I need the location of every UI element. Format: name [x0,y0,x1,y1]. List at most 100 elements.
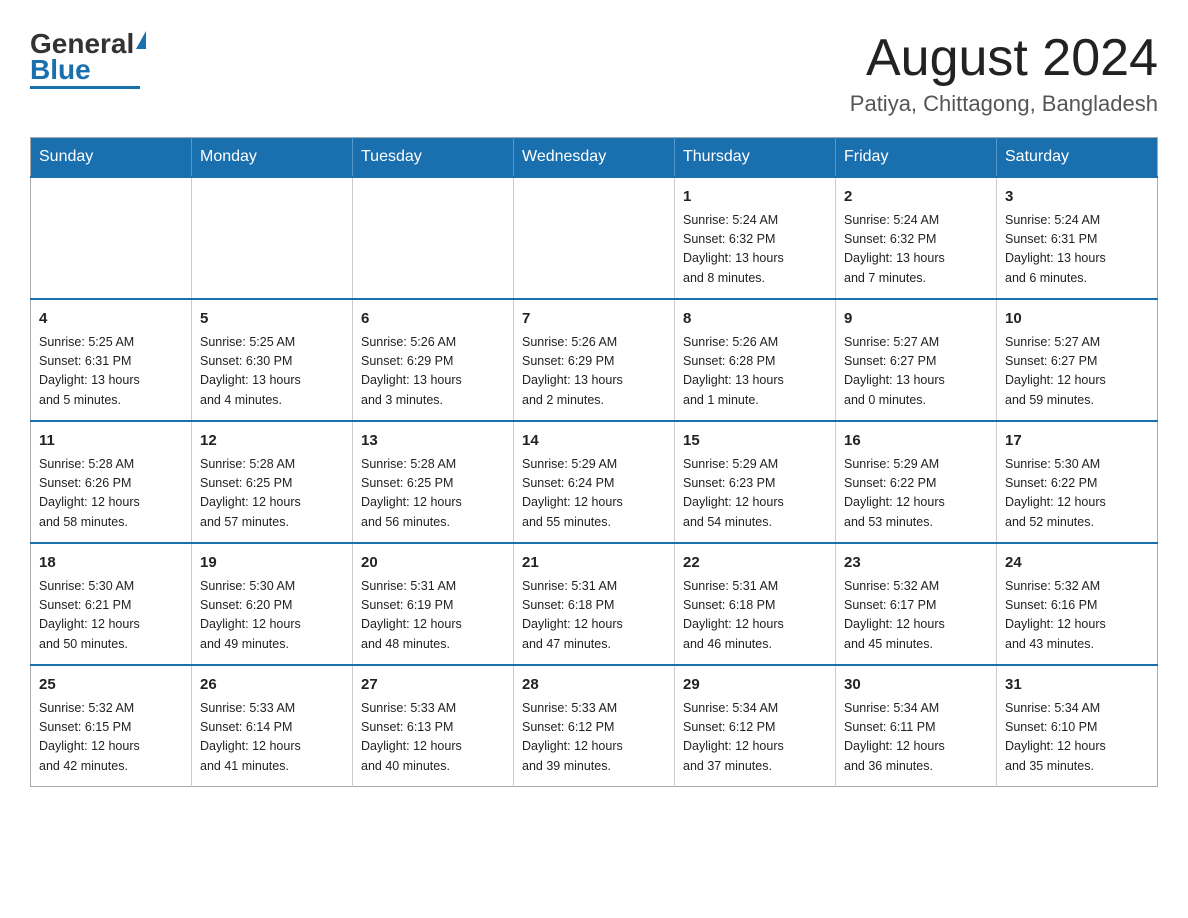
calendar-cell: 28Sunrise: 5:33 AM Sunset: 6:12 PM Dayli… [514,665,675,787]
day-info: Sunrise: 5:28 AM Sunset: 6:25 PM Dayligh… [200,455,344,533]
day-number: 29 [683,674,827,697]
day-number: 26 [200,674,344,697]
day-number: 8 [683,308,827,331]
calendar-cell: 9Sunrise: 5:27 AM Sunset: 6:27 PM Daylig… [836,299,997,421]
day-number: 1 [683,186,827,209]
calendar-cell: 4Sunrise: 5:25 AM Sunset: 6:31 PM Daylig… [31,299,192,421]
calendar-cell: 25Sunrise: 5:32 AM Sunset: 6:15 PM Dayli… [31,665,192,787]
calendar-cell: 31Sunrise: 5:34 AM Sunset: 6:10 PM Dayli… [997,665,1158,787]
day-number: 13 [361,430,505,453]
calendar-cell: 17Sunrise: 5:30 AM Sunset: 6:22 PM Dayli… [997,421,1158,543]
calendar-cell: 30Sunrise: 5:34 AM Sunset: 6:11 PM Dayli… [836,665,997,787]
day-info: Sunrise: 5:31 AM Sunset: 6:19 PM Dayligh… [361,577,505,655]
day-info: Sunrise: 5:27 AM Sunset: 6:27 PM Dayligh… [1005,333,1149,411]
calendar-cell [31,177,192,299]
calendar-cell: 10Sunrise: 5:27 AM Sunset: 6:27 PM Dayli… [997,299,1158,421]
page-header: General Blue August 2024 Patiya, Chittag… [30,30,1158,117]
day-info: Sunrise: 5:32 AM Sunset: 6:15 PM Dayligh… [39,699,183,777]
day-info: Sunrise: 5:30 AM Sunset: 6:20 PM Dayligh… [200,577,344,655]
weekday-header-friday: Friday [836,138,997,178]
day-number: 16 [844,430,988,453]
calendar-cell: 22Sunrise: 5:31 AM Sunset: 6:18 PM Dayli… [675,543,836,665]
weekday-header-saturday: Saturday [997,138,1158,178]
weekday-header-thursday: Thursday [675,138,836,178]
day-number: 11 [39,430,183,453]
calendar-cell: 26Sunrise: 5:33 AM Sunset: 6:14 PM Dayli… [192,665,353,787]
calendar-cell [353,177,514,299]
day-number: 22 [683,552,827,575]
calendar-cell: 19Sunrise: 5:30 AM Sunset: 6:20 PM Dayli… [192,543,353,665]
day-info: Sunrise: 5:33 AM Sunset: 6:13 PM Dayligh… [361,699,505,777]
day-number: 19 [200,552,344,575]
day-info: Sunrise: 5:29 AM Sunset: 6:24 PM Dayligh… [522,455,666,533]
day-number: 23 [844,552,988,575]
day-number: 15 [683,430,827,453]
day-info: Sunrise: 5:30 AM Sunset: 6:21 PM Dayligh… [39,577,183,655]
day-info: Sunrise: 5:25 AM Sunset: 6:31 PM Dayligh… [39,333,183,411]
day-number: 6 [361,308,505,331]
calendar-cell: 8Sunrise: 5:26 AM Sunset: 6:28 PM Daylig… [675,299,836,421]
calendar-cell: 2Sunrise: 5:24 AM Sunset: 6:32 PM Daylig… [836,177,997,299]
weekday-header-row: SundayMondayTuesdayWednesdayThursdayFrid… [31,138,1158,178]
calendar-cell [514,177,675,299]
calendar-week-row-2: 4Sunrise: 5:25 AM Sunset: 6:31 PM Daylig… [31,299,1158,421]
day-info: Sunrise: 5:26 AM Sunset: 6:29 PM Dayligh… [522,333,666,411]
day-info: Sunrise: 5:34 AM Sunset: 6:11 PM Dayligh… [844,699,988,777]
calendar-cell: 16Sunrise: 5:29 AM Sunset: 6:22 PM Dayli… [836,421,997,543]
day-number: 31 [1005,674,1149,697]
day-info: Sunrise: 5:24 AM Sunset: 6:32 PM Dayligh… [683,211,827,289]
day-info: Sunrise: 5:32 AM Sunset: 6:16 PM Dayligh… [1005,577,1149,655]
calendar-cell: 3Sunrise: 5:24 AM Sunset: 6:31 PM Daylig… [997,177,1158,299]
logo: General Blue [30,30,146,89]
calendar-cell: 12Sunrise: 5:28 AM Sunset: 6:25 PM Dayli… [192,421,353,543]
day-number: 30 [844,674,988,697]
day-info: Sunrise: 5:26 AM Sunset: 6:28 PM Dayligh… [683,333,827,411]
day-info: Sunrise: 5:34 AM Sunset: 6:10 PM Dayligh… [1005,699,1149,777]
logo-underline [30,86,140,89]
day-info: Sunrise: 5:34 AM Sunset: 6:12 PM Dayligh… [683,699,827,777]
day-number: 12 [200,430,344,453]
day-number: 7 [522,308,666,331]
day-number: 18 [39,552,183,575]
day-info: Sunrise: 5:33 AM Sunset: 6:12 PM Dayligh… [522,699,666,777]
day-number: 14 [522,430,666,453]
calendar-table: SundayMondayTuesdayWednesdayThursdayFrid… [30,137,1158,787]
calendar-cell: 7Sunrise: 5:26 AM Sunset: 6:29 PM Daylig… [514,299,675,421]
weekday-header-tuesday: Tuesday [353,138,514,178]
calendar-cell: 13Sunrise: 5:28 AM Sunset: 6:25 PM Dayli… [353,421,514,543]
day-number: 24 [1005,552,1149,575]
day-info: Sunrise: 5:25 AM Sunset: 6:30 PM Dayligh… [200,333,344,411]
month-title: August 2024 [850,30,1158,87]
calendar-cell: 27Sunrise: 5:33 AM Sunset: 6:13 PM Dayli… [353,665,514,787]
day-number: 2 [844,186,988,209]
calendar-cell: 1Sunrise: 5:24 AM Sunset: 6:32 PM Daylig… [675,177,836,299]
calendar-cell: 29Sunrise: 5:34 AM Sunset: 6:12 PM Dayli… [675,665,836,787]
weekday-header-sunday: Sunday [31,138,192,178]
day-info: Sunrise: 5:27 AM Sunset: 6:27 PM Dayligh… [844,333,988,411]
day-number: 20 [361,552,505,575]
day-number: 4 [39,308,183,331]
calendar-cell: 23Sunrise: 5:32 AM Sunset: 6:17 PM Dayli… [836,543,997,665]
calendar-cell: 14Sunrise: 5:29 AM Sunset: 6:24 PM Dayli… [514,421,675,543]
day-info: Sunrise: 5:32 AM Sunset: 6:17 PM Dayligh… [844,577,988,655]
logo-blue-text: Blue [30,56,91,84]
calendar-cell: 18Sunrise: 5:30 AM Sunset: 6:21 PM Dayli… [31,543,192,665]
weekday-header-wednesday: Wednesday [514,138,675,178]
calendar-cell: 6Sunrise: 5:26 AM Sunset: 6:29 PM Daylig… [353,299,514,421]
calendar-cell: 15Sunrise: 5:29 AM Sunset: 6:23 PM Dayli… [675,421,836,543]
day-number: 5 [200,308,344,331]
day-number: 3 [1005,186,1149,209]
day-number: 27 [361,674,505,697]
calendar-cell: 24Sunrise: 5:32 AM Sunset: 6:16 PM Dayli… [997,543,1158,665]
day-info: Sunrise: 5:28 AM Sunset: 6:26 PM Dayligh… [39,455,183,533]
day-info: Sunrise: 5:28 AM Sunset: 6:25 PM Dayligh… [361,455,505,533]
day-info: Sunrise: 5:24 AM Sunset: 6:32 PM Dayligh… [844,211,988,289]
day-number: 9 [844,308,988,331]
day-info: Sunrise: 5:26 AM Sunset: 6:29 PM Dayligh… [361,333,505,411]
day-info: Sunrise: 5:24 AM Sunset: 6:31 PM Dayligh… [1005,211,1149,289]
calendar-week-row-5: 25Sunrise: 5:32 AM Sunset: 6:15 PM Dayli… [31,665,1158,787]
calendar-cell: 20Sunrise: 5:31 AM Sunset: 6:19 PM Dayli… [353,543,514,665]
calendar-week-row-4: 18Sunrise: 5:30 AM Sunset: 6:21 PM Dayli… [31,543,1158,665]
logo-triangle-icon [136,31,146,49]
calendar-cell: 5Sunrise: 5:25 AM Sunset: 6:30 PM Daylig… [192,299,353,421]
